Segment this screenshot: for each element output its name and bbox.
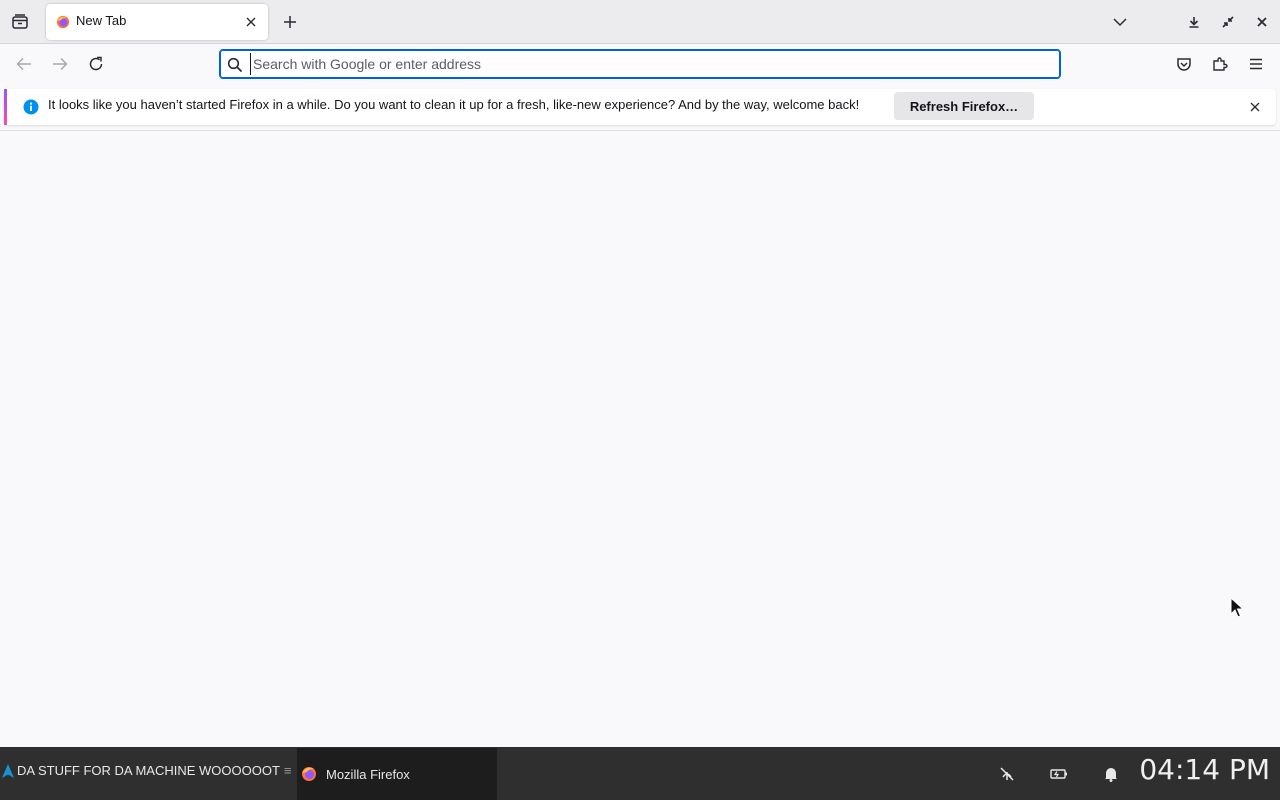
- search-icon: [226, 56, 244, 74]
- plus-icon[interactable]: [280, 12, 300, 32]
- tab-close-icon[interactable]: [242, 13, 260, 31]
- taskbar: DA STUFF FOR DA MACHINE WOOOOOOT ≡ Mozil…: [0, 747, 1280, 800]
- search-input[interactable]: [250, 53, 1050, 75]
- tab-title: New Tab: [76, 13, 127, 28]
- page-content[interactable]: [0, 131, 1280, 747]
- tab-strip: New Tab: [0, 0, 1280, 44]
- address-bar[interactable]: [219, 49, 1061, 79]
- mouse-cursor-icon: [1230, 597, 1244, 618]
- taskbar-item-firefox[interactable]: Mozilla Firefox: [297, 748, 497, 800]
- taskbar-item-label: Mozilla Firefox: [326, 766, 410, 782]
- refresh-notification-bar: It looks like you haven’t started Firefo…: [4, 89, 1276, 125]
- firefox-logo-icon: [302, 767, 316, 781]
- reload-icon[interactable]: [86, 54, 106, 74]
- clock[interactable]: 04:14 PM: [1139, 753, 1270, 786]
- battery-icon[interactable]: [1050, 765, 1068, 783]
- back-arrow-icon[interactable]: [14, 54, 34, 74]
- chevron-down-icon[interactable]: [1110, 12, 1130, 32]
- firefox-view-icon[interactable]: [10, 12, 30, 32]
- hamburger-menu-icon[interactable]: [1246, 54, 1266, 74]
- restore-icon[interactable]: [1218, 12, 1238, 32]
- notification-bell-icon[interactable]: [1102, 765, 1120, 783]
- close-icon[interactable]: [1252, 12, 1272, 32]
- forward-arrow-icon[interactable]: [50, 54, 70, 74]
- notification-message: It looks like you haven’t started Firefo…: [48, 97, 860, 112]
- info-icon: [23, 99, 39, 115]
- refresh-firefox-button[interactable]: Refresh Firefox…: [894, 92, 1034, 120]
- arch-logo-icon: [2, 763, 14, 778]
- download-icon[interactable]: [1184, 12, 1204, 32]
- navigation-toolbar: [0, 44, 1280, 86]
- puzzle-icon[interactable]: [1210, 54, 1230, 74]
- start-menu-label: DA STUFF FOR DA MACHINE WOOOOOOT: [17, 763, 280, 778]
- firefox-logo-icon: [56, 15, 70, 29]
- start-menu-button[interactable]: DA STUFF FOR DA MACHINE WOOOOOOT ≡: [2, 763, 296, 778]
- notification-close-icon[interactable]: [1246, 98, 1264, 116]
- pocket-icon[interactable]: [1174, 54, 1194, 74]
- network-disconnected-icon[interactable]: [998, 765, 1016, 783]
- tab-new-tab[interactable]: New Tab: [46, 4, 268, 40]
- menu-handle-icon: ≡: [283, 763, 292, 778]
